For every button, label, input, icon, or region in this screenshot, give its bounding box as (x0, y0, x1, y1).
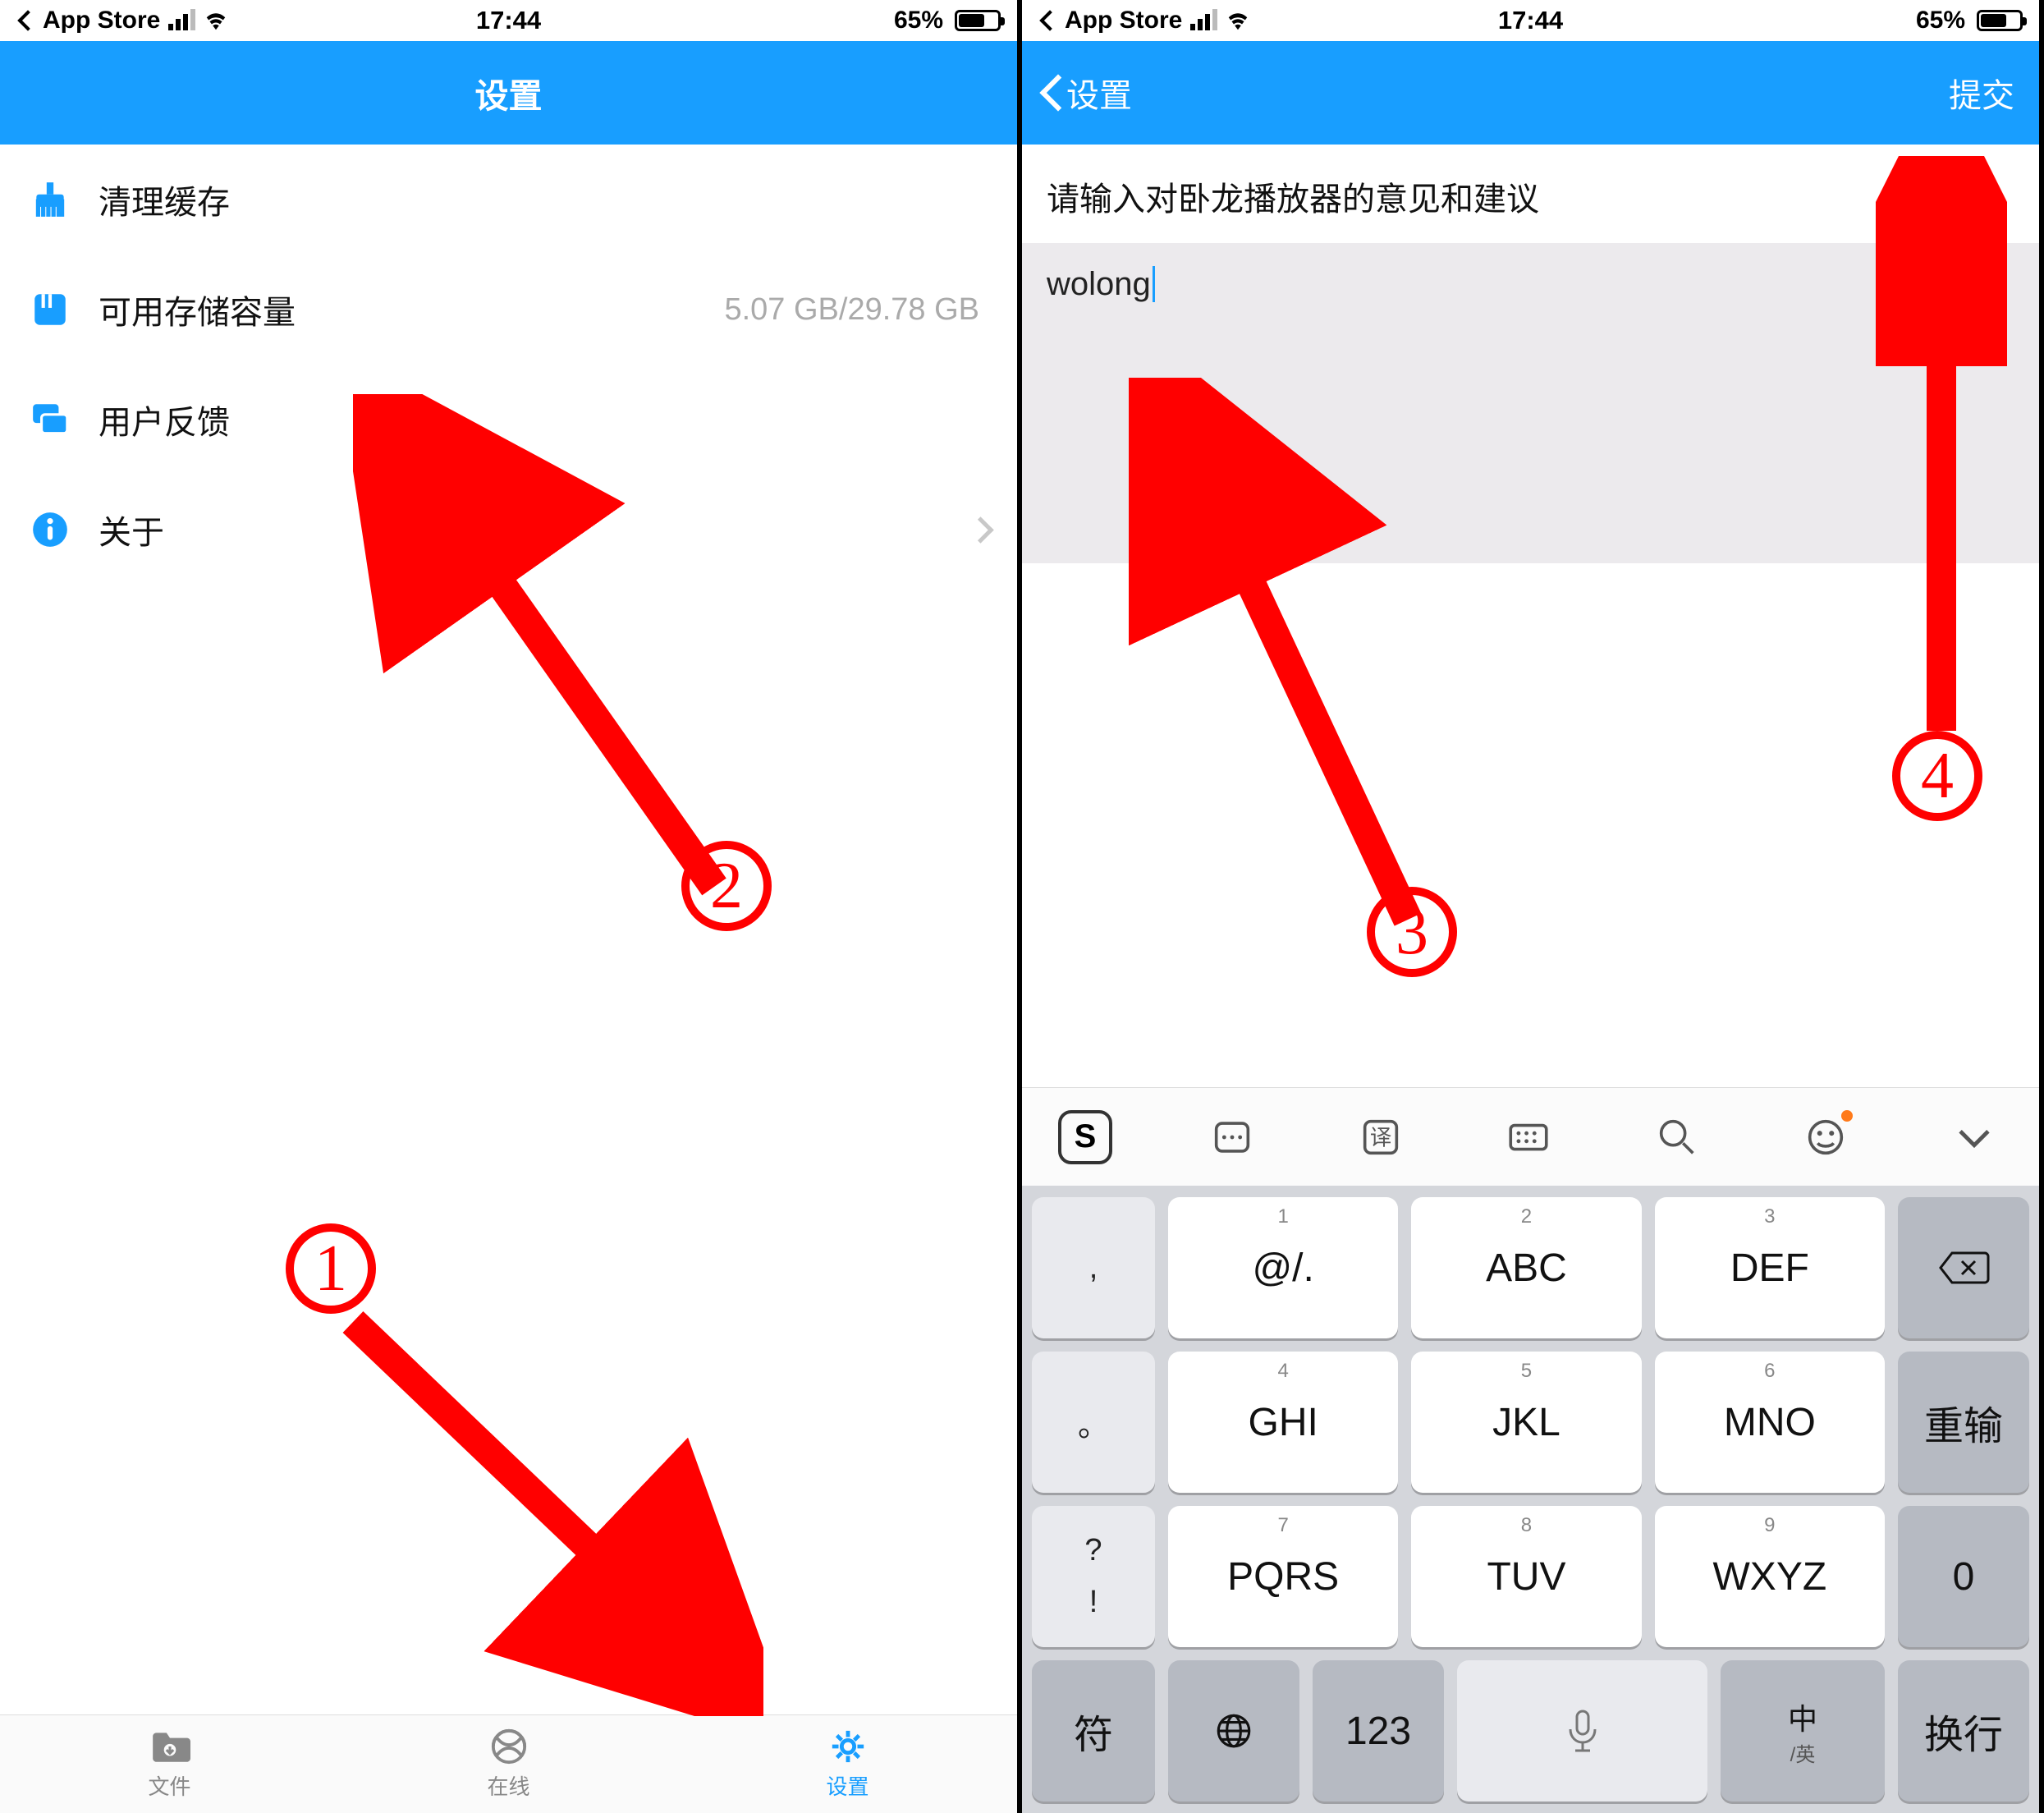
annotation-3: 3 (1367, 887, 1457, 977)
phone-feedback: App Store 17:44 65% 设置 提交 请输入对卧龙播放器的意见和建… (1022, 0, 2044, 1813)
nav-submit[interactable]: 提交 (1949, 69, 2014, 117)
signal-icon (168, 11, 195, 30)
annotation-arrow-1 (287, 1256, 763, 1716)
key-language[interactable]: 中/英 (1721, 1660, 1885, 1802)
key-symbols[interactable]: 符 (1032, 1660, 1155, 1802)
row-clear-cache[interactable]: 清理缓存 (0, 145, 1017, 255)
signal-icon (1190, 11, 1217, 30)
nav-bar: 设置 提交 (1022, 41, 2039, 145)
key-3[interactable]: 3DEF (1655, 1197, 1885, 1338)
text-cursor (1153, 266, 1155, 302)
broom-icon (30, 179, 71, 220)
battery-icon (955, 10, 1001, 31)
keyboard-toolbar: S 译 (1022, 1087, 2039, 1186)
key-2[interactable]: 2ABC (1411, 1197, 1641, 1338)
backspace-icon (1937, 1250, 1990, 1286)
status-bar: App Store 17:44 65% (1022, 0, 2039, 41)
feedback-icon (30, 399, 71, 440)
info-icon (30, 509, 71, 550)
key-9[interactable]: 9WXYZ (1655, 1506, 1885, 1647)
battery-icon (1977, 10, 2023, 31)
appstore-back-icon[interactable] (1038, 11, 1056, 30)
key-6[interactable]: 6MNO (1655, 1352, 1885, 1493)
translate-icon[interactable]: 译 (1352, 1108, 1409, 1166)
tab-online[interactable]: 在线 (339, 1715, 678, 1813)
row-storage[interactable]: 可用存储容量 5.07 GB/29.78 GB (0, 255, 1017, 365)
gear-icon (827, 1728, 868, 1765)
status-time: 17:44 (476, 6, 541, 35)
battery-pct: 65% (894, 7, 943, 34)
wifi-icon (204, 11, 228, 30)
search-icon[interactable] (1648, 1108, 1706, 1166)
nav-title: 设置 (475, 68, 543, 117)
row-label: 可用存储容量 (99, 286, 696, 333)
row-label: 清理缓存 (99, 176, 988, 223)
svg-text:译: 译 (1369, 1125, 1391, 1150)
key-mic[interactable] (1457, 1660, 1707, 1802)
row-label: 用户反馈 (99, 396, 988, 443)
tab-label: 设置 (826, 1770, 868, 1801)
collapse-keyboard-icon[interactable] (1945, 1108, 2003, 1166)
sogou-logo-icon[interactable]: S (1058, 1110, 1112, 1164)
storage-icon (30, 289, 71, 330)
folder-icon (149, 1728, 190, 1765)
keyboard: S 译 , 1@/. 2ABC 3DEF 。 4GHI 5JKL 6MNO 重输… (1022, 1087, 2039, 1813)
key-4[interactable]: 4GHI (1168, 1352, 1398, 1493)
tab-label: 文件 (148, 1770, 190, 1801)
tab-label: 在线 (487, 1770, 529, 1801)
textarea-content: wolong (1047, 266, 1151, 302)
chevron-left-icon (1038, 75, 1060, 111)
wifi-icon (1226, 11, 1250, 30)
key-globe[interactable] (1168, 1660, 1299, 1802)
globe-icon (488, 1728, 529, 1765)
key-7[interactable]: 7PQRS (1168, 1506, 1398, 1647)
key-backspace[interactable] (1898, 1197, 2029, 1338)
key-zero[interactable]: 0 (1898, 1506, 2029, 1647)
carrier-back-label[interactable]: App Store (43, 7, 160, 34)
key-enter[interactable]: 换行 (1898, 1660, 2029, 1802)
emoji-icon[interactable] (1797, 1108, 1854, 1166)
clipboard-icon[interactable] (1203, 1108, 1261, 1166)
annotation-2: 2 (681, 841, 772, 931)
nav-back[interactable]: 设置 (1038, 69, 1132, 117)
appstore-back-icon[interactable] (16, 11, 34, 30)
row-feedback[interactable]: 用户反馈 (0, 365, 1017, 475)
mic-icon (1564, 1706, 1602, 1756)
storage-value: 5.07 GB/29.78 GB (724, 292, 979, 328)
key-8[interactable]: 8TUV (1411, 1506, 1641, 1647)
feedback-prompt: 请输入对卧龙播放器的意见和建议 (1022, 145, 2039, 243)
phone-settings: App Store 17:44 65% 设置 清理缓存 可用存储容量 5.07 … (0, 0, 1022, 1813)
status-bar: App Store 17:44 65% (0, 0, 1017, 41)
annotation-1: 1 (286, 1223, 376, 1314)
annotation-4: 4 (1892, 731, 1982, 821)
row-about[interactable]: 关于 (0, 475, 1017, 585)
key-period[interactable]: 。 (1032, 1352, 1155, 1493)
status-time: 17:44 (1498, 6, 1563, 35)
key-123[interactable]: 123 (1313, 1660, 1444, 1802)
carrier-back-label[interactable]: App Store (1065, 7, 1182, 34)
feedback-textarea[interactable]: wolong (1022, 243, 2039, 563)
keyboard-layout-icon[interactable] (1500, 1108, 1557, 1166)
key-5[interactable]: 5JKL (1411, 1352, 1641, 1493)
key-comma[interactable]: , (1032, 1197, 1155, 1338)
chevron-right-icon (971, 516, 988, 544)
key-1[interactable]: 1@/. (1168, 1197, 1398, 1338)
globe-icon (1213, 1710, 1254, 1751)
tab-bar: 文件 在线 设置 (0, 1714, 1017, 1813)
key-question[interactable]: ?! (1032, 1506, 1155, 1647)
nav-bar: 设置 (0, 41, 1017, 145)
battery-pct: 65% (1916, 7, 1965, 34)
key-reinput[interactable]: 重输 (1898, 1352, 2029, 1493)
tab-files[interactable]: 文件 (0, 1715, 339, 1813)
row-label: 关于 (99, 506, 943, 553)
tab-settings[interactable]: 设置 (678, 1715, 1017, 1813)
settings-list: 清理缓存 可用存储容量 5.07 GB/29.78 GB 用户反馈 关于 (0, 145, 1017, 585)
